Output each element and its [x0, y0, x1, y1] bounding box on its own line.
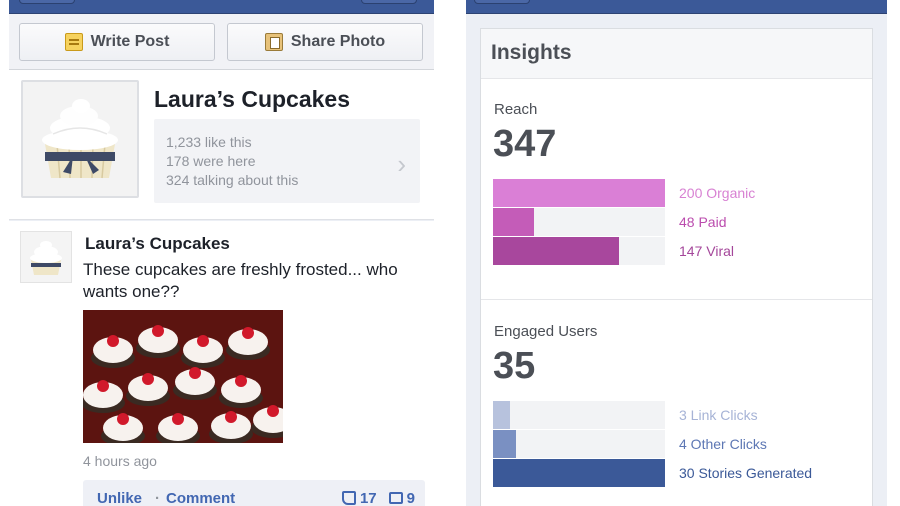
- write-post-button[interactable]: Write Post: [19, 23, 215, 61]
- bar-label[interactable]: 30 Stories Generated: [679, 465, 812, 481]
- write-post-label: Write Post: [90, 33, 170, 50]
- chevron-right-icon: ›: [397, 149, 406, 179]
- cupcake-image: [23, 82, 137, 196]
- bar-label[interactable]: 4 Other Clicks: [679, 436, 767, 452]
- top-nav-bar: [9, 0, 434, 14]
- post-action-bar: Unlike · Comment 17 9: [83, 480, 425, 506]
- bar-track: [493, 430, 665, 458]
- bar-track: [493, 208, 665, 236]
- insights-title: Insights: [491, 41, 572, 64]
- raspberry-shape: [172, 413, 184, 425]
- likes-stat: 1,233 like this: [166, 134, 252, 150]
- action-bar: Write Post Share Photo: [9, 14, 434, 70]
- engaged-users-value: 35: [493, 345, 536, 387]
- photo-icon: [264, 33, 283, 51]
- bar-fill: [493, 430, 516, 458]
- bar-label[interactable]: 48 Paid: [679, 214, 726, 230]
- avatar[interactable]: [20, 231, 72, 283]
- raspberry-shape: [189, 367, 201, 379]
- post-counts[interactable]: 17 9: [341, 490, 415, 506]
- talking-stat: 324 talking about this: [166, 172, 299, 188]
- nav-button[interactable]: [361, 0, 417, 4]
- raspberry-shape: [152, 325, 164, 337]
- insights-header: Insights: [481, 29, 872, 79]
- share-photo-button[interactable]: Share Photo: [227, 23, 423, 61]
- comment-link[interactable]: Comment: [166, 490, 235, 506]
- bar-fill: [493, 179, 665, 207]
- raspberry-shape: [267, 405, 279, 417]
- page-profile-picture[interactable]: [21, 80, 139, 198]
- bar-label[interactable]: 3 Link Clicks: [679, 407, 758, 423]
- like-count[interactable]: 17: [341, 490, 377, 506]
- insights-screen: Insights Reach 347 200 Organic 48 Paid 147…: [466, 0, 887, 506]
- bar-fill: [493, 401, 511, 429]
- bar-fill: [493, 208, 535, 236]
- bar-track: [493, 459, 665, 487]
- raspberry-shape: [197, 335, 209, 347]
- post-timestamp: 4 hours ago: [83, 453, 157, 469]
- raspberry-shape: [117, 413, 129, 425]
- page-screen: Write Post Share Photo Laura’s Cupcakes …: [9, 0, 434, 506]
- comment-count-value: 9: [406, 490, 415, 506]
- cupcake-avatar-image: [21, 232, 71, 282]
- comment-bubble-icon: [388, 492, 403, 504]
- page-header-card: Laura’s Cupcakes 1,233 like this 178 wer…: [9, 70, 434, 220]
- section-divider: [481, 299, 872, 300]
- raspberry-shape: [97, 380, 109, 392]
- thumbs-up-icon: [341, 491, 356, 505]
- nav-button[interactable]: [474, 0, 530, 4]
- post-photo[interactable]: [83, 310, 283, 443]
- post-story: Laura’s Cupcakes These cupcakes are fres…: [9, 221, 434, 506]
- checkins-stat: 178 were here: [166, 153, 256, 169]
- raspberry-shape: [242, 327, 254, 339]
- bar-fill: [493, 237, 620, 265]
- bar-label[interactable]: 200 Organic: [679, 185, 755, 201]
- bar-label[interactable]: 147 Viral: [679, 243, 734, 259]
- top-nav-bar: [466, 0, 887, 14]
- post-message: These cupcakes are freshly frosted... wh…: [83, 260, 398, 301]
- cupcakes-photo-image: [83, 310, 283, 443]
- bar-track: [493, 401, 665, 429]
- unlike-link[interactable]: Unlike: [97, 490, 142, 506]
- reach-value: 347: [493, 123, 557, 165]
- post-author[interactable]: Laura’s Cupcakes: [85, 234, 230, 254]
- bar-fill: [493, 459, 665, 487]
- reach-label: Reach: [494, 101, 538, 118]
- nav-button[interactable]: [19, 0, 75, 4]
- raspberry-shape: [107, 335, 119, 347]
- note-icon: [64, 33, 83, 51]
- raspberry-shape: [225, 411, 237, 423]
- engaged-users-label: Engaged Users: [494, 323, 598, 340]
- insights-card: Insights Reach 347 200 Organic 48 Paid 147…: [480, 28, 873, 506]
- comment-count[interactable]: 9: [388, 490, 415, 506]
- like-count-value: 17: [359, 490, 377, 506]
- raspberry-shape: [142, 373, 154, 385]
- share-photo-label: Share Photo: [290, 33, 386, 50]
- bar-track: [493, 237, 665, 265]
- page-name[interactable]: Laura’s Cupcakes: [154, 86, 350, 113]
- raspberry-shape: [235, 375, 247, 387]
- action-separator: ·: [155, 490, 160, 506]
- page-stats-box[interactable]: 1,233 like this 178 were here 324 talkin…: [154, 119, 420, 203]
- bar-track: [493, 179, 665, 207]
